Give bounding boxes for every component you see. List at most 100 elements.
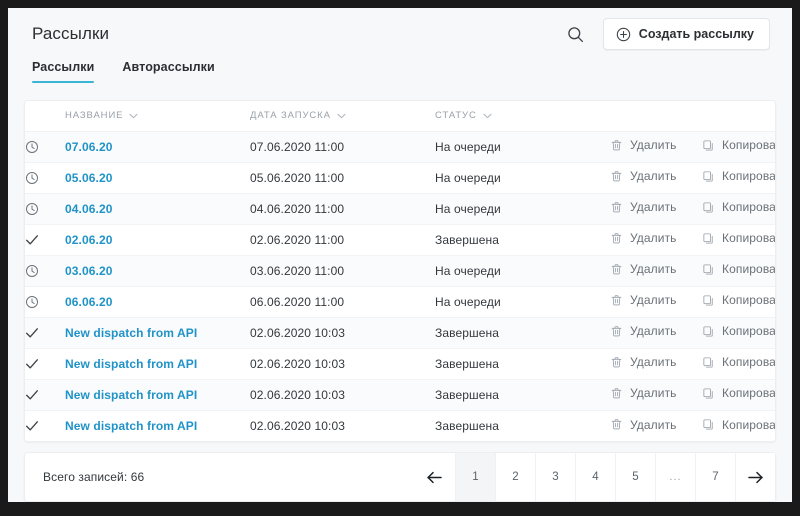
row-status-cell: На очереди bbox=[435, 193, 610, 225]
row-status-icon-cell bbox=[25, 410, 65, 441]
table-row[interactable]: New dispatch from API 02.06.2020 10:03 Зав… bbox=[25, 348, 775, 380]
app-viewport: Рассылки Создать рассылку Рассылки Автор… bbox=[8, 8, 792, 502]
pagination-page-5[interactable]: 5 bbox=[615, 453, 655, 501]
row-date-cell: 02.06.2020 10:03 bbox=[250, 317, 435, 349]
copy-button[interactable]: Копировать bbox=[702, 138, 776, 153]
delete-button[interactable]: Удалить bbox=[610, 200, 677, 214]
dispatch-name-link[interactable]: 05.06.20 bbox=[65, 171, 113, 185]
delete-button[interactable]: Удалить bbox=[610, 418, 677, 432]
copy-icon bbox=[702, 294, 715, 307]
copy-button[interactable]: Копировать bbox=[702, 355, 775, 369]
column-header-delete bbox=[610, 101, 702, 132]
check-icon bbox=[25, 419, 65, 433]
table-row[interactable]: 03.06.20 03.06.2020 11:00 На очереди Удалит… bbox=[25, 255, 775, 287]
delete-button[interactable]: Удалить bbox=[610, 138, 677, 152]
page-title: Рассылки bbox=[32, 24, 110, 43]
table-row[interactable]: 07.06.20 07.06.2020 11:00 На очереди Удалит… bbox=[25, 131, 776, 163]
dispatch-name-link[interactable]: New dispatch from API bbox=[65, 388, 197, 402]
row-name-cell: 06.06.20 bbox=[65, 286, 250, 318]
delete-label: Удалить bbox=[630, 355, 677, 370]
table-row[interactable]: New dispatch from API 02.06.2020 10:03 Зав… bbox=[25, 410, 775, 441]
table-header-row: НАЗВАНИЕ ДАТА ЗАПУСКА СТАТУС bbox=[25, 101, 775, 132]
copy-button[interactable]: Копировать bbox=[702, 293, 775, 307]
table-row[interactable]: 06.06.20 06.06.2020 11:00 На очереди Удалит… bbox=[25, 286, 775, 318]
dispatch-name-link[interactable]: New dispatch from API bbox=[65, 357, 197, 371]
arrow-right-icon bbox=[747, 471, 764, 484]
delete-button[interactable]: Удалить bbox=[610, 355, 677, 369]
delete-label: Удалить bbox=[630, 324, 677, 339]
sort-by-status[interactable]: СТАТУС bbox=[435, 110, 492, 121]
dispatch-name-link[interactable]: 06.06.20 bbox=[65, 295, 113, 309]
trash-icon bbox=[610, 263, 623, 276]
check-icon bbox=[25, 233, 65, 247]
row-delete-cell: Удалить bbox=[610, 379, 702, 411]
dispatch-name-link[interactable]: 02.06.20 bbox=[65, 233, 113, 247]
dispatch-name-link[interactable]: 07.06.20 bbox=[65, 140, 113, 154]
table-row[interactable]: New dispatch from API 02.06.2020 10:03 Зав… bbox=[25, 317, 776, 349]
pagination-page-1[interactable]: 1 bbox=[455, 453, 495, 501]
row-date-cell: 05.06.2020 11:00 bbox=[250, 162, 435, 194]
row-copy-cell: Копировать bbox=[702, 162, 776, 194]
copy-button[interactable]: Копировать bbox=[702, 169, 776, 184]
dispatch-name-link[interactable]: 04.06.20 bbox=[65, 202, 113, 216]
pagination-page-4[interactable]: 4 bbox=[575, 453, 615, 501]
sort-by-date[interactable]: ДАТА ЗАПУСКА bbox=[250, 110, 346, 121]
copy-button[interactable]: Копировать bbox=[702, 418, 775, 432]
delete-button[interactable]: Удалить bbox=[610, 386, 677, 400]
dispatch-name-link[interactable]: 03.06.20 bbox=[65, 264, 113, 278]
delete-label: Удалить bbox=[630, 200, 677, 215]
total-records-label: Всего записей: 66 bbox=[43, 470, 145, 484]
copy-button[interactable]: Копировать bbox=[702, 386, 775, 400]
row-date-cell: 07.06.2020 11:00 bbox=[250, 131, 435, 163]
delete-button[interactable]: Удалить bbox=[610, 324, 677, 338]
row-copy-cell: Копировать bbox=[702, 193, 775, 225]
pagination-page-3[interactable]: 3 bbox=[535, 453, 575, 501]
row-status-icon-cell bbox=[25, 286, 65, 318]
tab-dispatches[interactable]: Рассылки bbox=[32, 60, 95, 83]
column-header-date-label: ДАТА ЗАПУСКА bbox=[250, 110, 331, 122]
pagination-page-7[interactable]: 7 bbox=[695, 453, 735, 501]
sort-by-name[interactable]: НАЗВАНИЕ bbox=[65, 110, 138, 121]
trash-icon bbox=[610, 418, 623, 431]
delete-button[interactable]: Удалить bbox=[610, 262, 677, 276]
copy-button[interactable]: Копировать bbox=[702, 200, 775, 214]
copy-icon bbox=[702, 418, 715, 431]
delete-button[interactable]: Удалить bbox=[610, 293, 677, 307]
plus-circle-icon bbox=[616, 27, 631, 42]
copy-icon bbox=[702, 170, 715, 183]
row-delete-cell: Удалить bbox=[610, 255, 702, 287]
copy-button[interactable]: Копировать bbox=[702, 231, 775, 245]
pagination-page-2[interactable]: 2 bbox=[495, 453, 535, 501]
row-delete-cell: Удалить bbox=[610, 193, 702, 225]
check-icon bbox=[25, 357, 65, 371]
delete-button[interactable]: Удалить bbox=[610, 169, 677, 183]
arrow-left-icon bbox=[426, 471, 443, 484]
copy-icon bbox=[702, 356, 715, 369]
table-row[interactable]: 04.06.20 04.06.2020 11:00 На очереди Удалит… bbox=[25, 193, 775, 225]
row-status-cell: На очереди bbox=[435, 131, 610, 163]
delete-button[interactable]: Удалить bbox=[610, 231, 677, 245]
copy-label: Копировать bbox=[722, 138, 776, 153]
pagination-prev-button[interactable] bbox=[413, 453, 455, 501]
table-row[interactable]: New dispatch from API 02.06.2020 10:03 Зав… bbox=[25, 379, 775, 411]
table-row[interactable]: 05.06.20 05.06.2020 11:00 На очереди Удалит… bbox=[25, 162, 776, 194]
dispatches-table-card: НАЗВАНИЕ ДАТА ЗАПУСКА СТАТУС 07.06.20 07… bbox=[24, 100, 776, 442]
dispatch-name-link[interactable]: New dispatch from API bbox=[65, 326, 197, 340]
table-row[interactable]: 02.06.20 02.06.2020 11:00 Завершена Удалить… bbox=[25, 224, 775, 256]
copy-label: Копировать bbox=[722, 324, 776, 339]
copy-button[interactable]: Копировать bbox=[702, 262, 775, 276]
copy-button[interactable]: Копировать bbox=[702, 324, 776, 339]
table-footer: Всего записей: 66 1 2 3 4 5... 7 bbox=[24, 452, 776, 502]
trash-icon bbox=[610, 232, 623, 245]
row-name-cell: New dispatch from API bbox=[65, 410, 250, 441]
row-date-cell: 02.06.2020 10:03 bbox=[250, 379, 435, 411]
column-header-status-label: СТАТУС bbox=[435, 110, 477, 122]
tab-autodispatches[interactable]: Авторассылки bbox=[122, 60, 214, 83]
copy-label: Копировать bbox=[722, 169, 776, 184]
column-header-icon bbox=[25, 101, 65, 132]
search-button[interactable] bbox=[565, 23, 587, 45]
create-dispatch-button[interactable]: Создать рассылку bbox=[602, 18, 770, 50]
pagination-next-button[interactable] bbox=[735, 453, 775, 501]
row-status-icon-cell bbox=[25, 255, 65, 287]
dispatch-name-link[interactable]: New dispatch from API bbox=[65, 419, 197, 433]
